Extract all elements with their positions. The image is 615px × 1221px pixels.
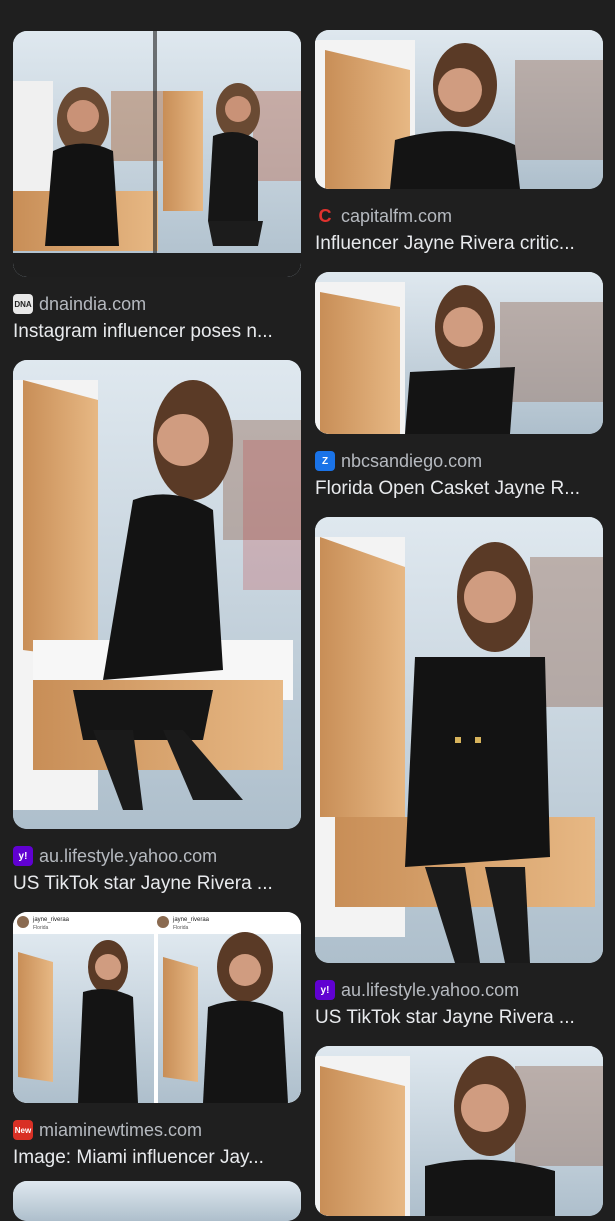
insta-user-label: jayne_riveraa bbox=[172, 917, 210, 923]
dna-favicon-icon: DNA bbox=[13, 294, 33, 314]
result-title[interactable]: US TikTok star Jayne Rivera ... bbox=[315, 1007, 603, 1029]
capitalfm-favicon-icon: C bbox=[318, 205, 332, 226]
result-image[interactable]: jayne_riveraa Florida jayne_riveraa Flor… bbox=[13, 912, 301, 1103]
result-domain[interactable]: au.lifestyle.yahoo.com bbox=[39, 846, 217, 867]
result-domain[interactable]: capitalfm.com bbox=[341, 206, 452, 227]
result-image[interactable] bbox=[13, 31, 301, 277]
insta-user-label: jayne_riveraa bbox=[32, 917, 70, 923]
result-domain[interactable]: dnaindia.com bbox=[39, 294, 146, 315]
yahoo-favicon-icon: y! bbox=[315, 980, 335, 1000]
image-result[interactable]: C capitalfm.com Influencer Jayne Rivera … bbox=[315, 30, 603, 255]
nbc-favicon-icon: Z bbox=[315, 451, 335, 471]
result-image[interactable] bbox=[315, 30, 603, 189]
insta-location-label: Florida bbox=[173, 925, 189, 931]
result-title[interactable]: Image: Miami influencer Jay... bbox=[13, 1147, 301, 1169]
result-image[interactable] bbox=[13, 1181, 301, 1221]
results-column-right: C capitalfm.com Influencer Jayne Rivera … bbox=[315, 0, 603, 1216]
result-domain[interactable]: miaminewtimes.com bbox=[39, 1120, 202, 1141]
image-result[interactable]: jayne_riveraa Florida jayne_riveraa Flor… bbox=[13, 912, 301, 1169]
result-domain[interactable]: nbcsandiego.com bbox=[341, 451, 482, 472]
result-title[interactable]: US TikTok star Jayne Rivera ... bbox=[13, 873, 301, 895]
results-column-left: DNA dnaindia.com Instagram influencer po… bbox=[13, 0, 301, 1221]
result-title[interactable]: Florida Open Casket Jayne R... bbox=[315, 478, 603, 500]
miaminewtimes-favicon-icon: New bbox=[13, 1120, 33, 1140]
image-result[interactable]: DNA dnaindia.com Instagram influencer po… bbox=[13, 31, 301, 343]
yahoo-favicon-icon: y! bbox=[13, 846, 33, 866]
result-title[interactable]: Influencer Jayne Rivera critic... bbox=[315, 233, 603, 255]
result-image[interactable] bbox=[315, 1046, 603, 1216]
insta-location-label: Florida bbox=[33, 925, 49, 931]
result-image[interactable] bbox=[315, 272, 603, 434]
result-image[interactable] bbox=[13, 360, 301, 829]
result-domain[interactable]: au.lifestyle.yahoo.com bbox=[341, 980, 519, 1001]
image-result[interactable]: y! au.lifestyle.yahoo.com US TikTok star… bbox=[13, 360, 301, 895]
result-title[interactable]: Instagram influencer poses n... bbox=[13, 321, 301, 343]
result-image[interactable] bbox=[315, 517, 603, 963]
image-result[interactable]: y! au.lifestyle.yahoo.com US TikTok star… bbox=[315, 517, 603, 1029]
image-result[interactable]: Z nbcsandiego.com Florida Open Casket Ja… bbox=[315, 272, 603, 500]
